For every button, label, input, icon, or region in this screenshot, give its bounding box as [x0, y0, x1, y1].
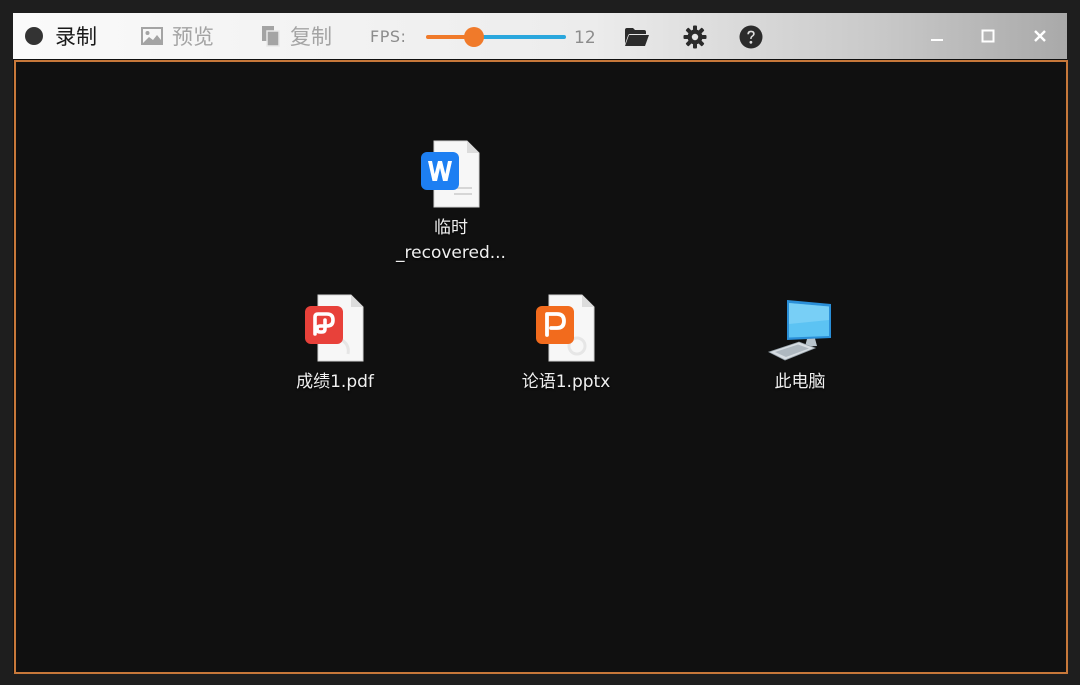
gear-icon [683, 25, 707, 49]
desktop-icon-word-doc[interactable]: 临时 _recovered... [386, 140, 516, 266]
maximize-icon [981, 29, 995, 43]
image-icon [141, 27, 163, 45]
desktop-icon-label: 此电脑 [735, 370, 865, 395]
desktop-icon-this-pc[interactable]: 此电脑 [735, 294, 865, 395]
maximize-button[interactable] [974, 22, 1002, 50]
help-button[interactable] [738, 24, 764, 50]
copy-button[interactable]: 复制 [261, 13, 332, 59]
copy-label: 复制 [290, 25, 332, 49]
recording-area[interactable]: 临时 _recovered... 成绩1.pdf 论语1.pptx 此电脑 [14, 60, 1068, 674]
open-folder-button[interactable] [624, 24, 650, 50]
pdf-icon [305, 294, 364, 362]
desktop-icon-label-line1: 临时 [434, 218, 468, 238]
fps-slider[interactable] [426, 27, 566, 47]
settings-button[interactable] [682, 24, 708, 50]
close-button[interactable] [1026, 22, 1054, 50]
record-label: 录制 [55, 25, 97, 49]
this-pc-icon [767, 300, 831, 361]
help-icon [739, 25, 763, 49]
fps-slider-track [474, 35, 566, 39]
desktop-icon-label-line2: _recovered... [396, 243, 506, 263]
word-doc-icon [421, 140, 480, 208]
record-dot-icon [25, 27, 43, 45]
app-window: 录制 预览 复制 FPS: 12 临时 _recovered... 成绩1.pd… [13, 13, 1068, 674]
desktop-icon-label-line1: 论语1.pptx [521, 372, 611, 392]
preview-label: 预览 [172, 25, 214, 49]
fps-label: FPS: [370, 26, 407, 46]
desktop-icon-label: 临时 _recovered... [386, 216, 516, 266]
preview-button[interactable]: 预览 [141, 13, 214, 59]
desktop-icon-pptx[interactable]: 论语1.pptx [501, 294, 631, 395]
desktop-icon-pdf[interactable]: 成绩1.pdf [270, 294, 400, 395]
fps-slider-thumb[interactable] [464, 27, 484, 47]
desktop-icon-label-line1: 成绩1.pdf [296, 372, 374, 392]
record-button[interactable]: 录制 [25, 13, 97, 59]
toolbar: 录制 预览 复制 FPS: 12 [13, 13, 1067, 59]
copy-icon [262, 26, 280, 47]
fps-value: 12 [574, 28, 596, 48]
desktop-icon-label: 成绩1.pdf [270, 370, 400, 395]
desktop-icon-label-line1: 此电脑 [774, 372, 826, 392]
minimize-button[interactable] [923, 22, 951, 50]
pptx-icon [536, 294, 595, 362]
minimize-icon [931, 39, 943, 41]
desktop-icon-label: 论语1.pptx [501, 370, 631, 395]
close-icon [1034, 30, 1046, 42]
folder-open-icon [625, 28, 649, 46]
